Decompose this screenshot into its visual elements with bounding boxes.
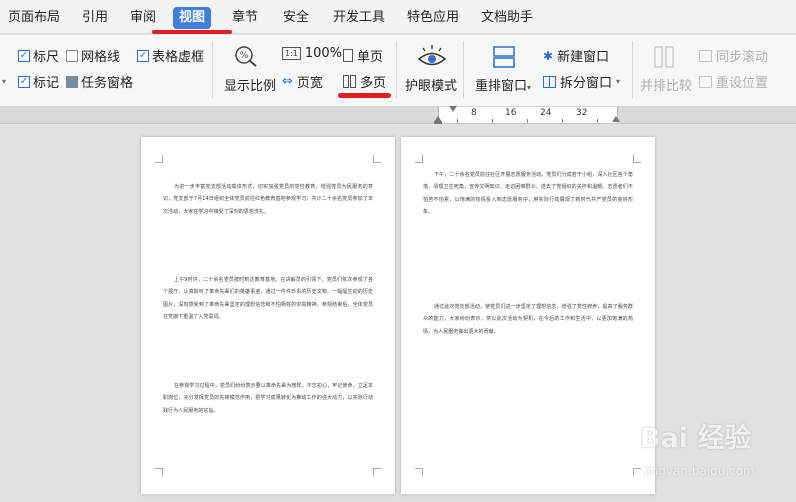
zoom-100-label: 100% bbox=[304, 46, 343, 61]
watermark-url: jingyan.baidu.com bbox=[644, 464, 755, 478]
new-window-button[interactable]: ✱ 新建窗口 bbox=[543, 46, 610, 66]
side-by-side-icon bbox=[652, 44, 676, 70]
right-indent-marker[interactable] bbox=[612, 116, 620, 122]
sync-scroll-icon bbox=[699, 49, 712, 62]
dropdown-arrow-icon: ▾ bbox=[616, 77, 621, 86]
tab-section[interactable]: 章节 bbox=[226, 7, 264, 29]
gridlines-checkbox[interactable]: 网格线 bbox=[66, 46, 120, 65]
dropdown-arrow-icon[interactable]: ▾ bbox=[2, 77, 6, 86]
separator bbox=[212, 41, 213, 99]
separator bbox=[396, 41, 397, 99]
separator bbox=[632, 41, 633, 99]
eye-mode-label[interactable]: 护眼模式 bbox=[405, 75, 457, 94]
unchecked-box-icon bbox=[66, 49, 78, 62]
ribbon-panel: ✓ 标尺 网格线 ✓ 表格虚框 ✓ 标记 任务窗格 ▾ % 显示比例 1:1 1… bbox=[0, 35, 796, 107]
ruler-checkbox[interactable]: ✓ 标尺 bbox=[18, 46, 59, 65]
page-width-icon: ⇔ bbox=[282, 74, 293, 89]
corner-mark bbox=[373, 468, 381, 476]
horizontal-ruler[interactable]: 8 16 24 32 bbox=[438, 107, 618, 123]
tab-developer-tools[interactable]: 开发工具 bbox=[327, 7, 391, 29]
baidu-jingyan-watermark: Bai 经验 jingyan.baidu.com bbox=[640, 408, 790, 494]
paragraph: 下午，二十余名党员前往社区开展志愿服务活动。党员们分成若干小组，深入社区各个角落… bbox=[423, 172, 633, 216]
multi-page-label: 多页 bbox=[360, 76, 387, 91]
tab-view[interactable]: 视图 bbox=[173, 7, 212, 29]
new-window-icon: ✱ bbox=[543, 48, 554, 63]
corner-mark bbox=[415, 155, 423, 163]
zoom-100-button[interactable]: 1:1 100% bbox=[282, 46, 342, 61]
multi-page-button[interactable]: 多页 bbox=[343, 72, 386, 91]
ruler-label: 16 bbox=[505, 108, 517, 118]
tab-special-apps[interactable]: 特色应用 bbox=[401, 7, 465, 29]
annotation-underline-multipage bbox=[338, 93, 391, 98]
sync-scroll-button: 同步滚动 bbox=[699, 46, 768, 65]
single-page-icon bbox=[343, 49, 353, 62]
ruler-tick bbox=[457, 119, 458, 123]
gridlines-label: 网格线 bbox=[81, 50, 121, 65]
ruler-tick bbox=[562, 119, 563, 123]
svg-text:%: % bbox=[240, 51, 249, 61]
zoom-label[interactable]: 显示比例 bbox=[224, 75, 276, 94]
split-window-icon bbox=[543, 75, 556, 88]
single-page-label: 单页 bbox=[357, 50, 384, 65]
annotation-underline-view bbox=[152, 30, 232, 34]
ruler-tick bbox=[597, 119, 598, 123]
tab-review[interactable]: 审阅 bbox=[124, 7, 162, 29]
task-pane-label: 任务窗格 bbox=[81, 76, 134, 91]
ruler-label: 8 bbox=[471, 108, 477, 118]
page-width-label: 页宽 bbox=[296, 76, 323, 91]
document-page-2[interactable]: 下午，二十余名党员前往社区开展志愿服务活动。党员们分成若干小组，深入社区各个角落… bbox=[401, 137, 655, 494]
multi-page-icon bbox=[343, 75, 356, 88]
ruler-label: 32 bbox=[576, 108, 588, 118]
reset-position-label: 重设位置 bbox=[716, 76, 769, 91]
corner-mark bbox=[155, 155, 163, 163]
split-window-button[interactable]: 拆分窗口 ▾ bbox=[543, 72, 620, 91]
corner-mark bbox=[373, 155, 381, 163]
single-page-button[interactable]: 单页 bbox=[343, 46, 383, 65]
marks-label: 标记 bbox=[33, 76, 60, 91]
ruler-tick bbox=[492, 119, 493, 123]
check-icon: ✓ bbox=[18, 75, 30, 88]
ruler-background bbox=[0, 107, 796, 124]
separator bbox=[463, 41, 464, 99]
first-line-indent-marker[interactable] bbox=[449, 106, 457, 112]
ruler-label: 24 bbox=[540, 108, 552, 118]
sync-scroll-label: 同步滚动 bbox=[716, 50, 769, 65]
paragraph: 为进一步丰富党支部活动载体形式，切实加强党员的党性教育，增强党员为民服务的意识，… bbox=[163, 184, 373, 215]
tab-document-assistant[interactable]: 文档助手 bbox=[475, 7, 539, 29]
fit-100-icon: 1:1 bbox=[282, 47, 301, 60]
paragraph: 上午9时许，二十余名党员按时到达教育基地。在讲解员的引领下，党员们依次参观了各个… bbox=[163, 277, 373, 321]
ribbon-tab-bar: 页面布局 引用 审阅 视图 章节 安全 开发工具 特色应用 文档助手 bbox=[0, 0, 796, 34]
table-gridlines-label: 表格虚框 bbox=[152, 50, 205, 65]
corner-mark bbox=[633, 155, 641, 163]
rearrange-window-button[interactable]: 重排窗口▾ bbox=[475, 75, 531, 94]
reset-position-button: 重设位置 bbox=[699, 72, 768, 91]
tab-references[interactable]: 引用 bbox=[76, 7, 114, 29]
zoom-icon[interactable]: % bbox=[233, 44, 259, 68]
task-pane-icon bbox=[66, 75, 78, 88]
new-window-label: 新建窗口 bbox=[557, 50, 610, 65]
corner-mark bbox=[155, 468, 163, 476]
paragraph: 通过此次党支部活动，使党员们进一步坚定了理想信念，增强了党性修养，提高了服务群众… bbox=[423, 304, 633, 335]
paragraph: 在参观学习过程中，党员们纷纷表示要以革命先辈为榜样，不忘初心，牢记使命，立足本职… bbox=[163, 383, 373, 414]
ruler-tick bbox=[527, 119, 528, 123]
tab-page-layout[interactable]: 页面布局 bbox=[2, 7, 66, 29]
reset-position-icon bbox=[699, 75, 712, 88]
corner-mark bbox=[415, 468, 423, 476]
side-by-side-button: 并排比较 bbox=[640, 79, 693, 94]
document-page-1[interactable]: 为进一步丰富党支部活动载体形式，切实加强党员的党性教育，增强党员为民服务的意识，… bbox=[141, 137, 395, 494]
task-pane-checkbox[interactable]: 任务窗格 bbox=[66, 72, 133, 91]
check-icon: ✓ bbox=[137, 49, 149, 62]
eye-icon[interactable] bbox=[416, 43, 448, 69]
rearrange-window-icon[interactable] bbox=[490, 43, 518, 71]
tab-security[interactable]: 安全 bbox=[277, 7, 315, 29]
page-width-button[interactable]: ⇔ 页宽 bbox=[282, 72, 323, 91]
check-icon: ✓ bbox=[18, 49, 30, 62]
ruler-label: 标尺 bbox=[33, 50, 60, 65]
watermark-text: Bai 经验 bbox=[640, 423, 752, 454]
table-gridlines-checkbox[interactable]: ✓ 表格虚框 bbox=[137, 46, 204, 65]
marks-checkbox[interactable]: ✓ 标记 bbox=[18, 72, 59, 91]
split-window-label: 拆分窗口 bbox=[560, 76, 613, 91]
